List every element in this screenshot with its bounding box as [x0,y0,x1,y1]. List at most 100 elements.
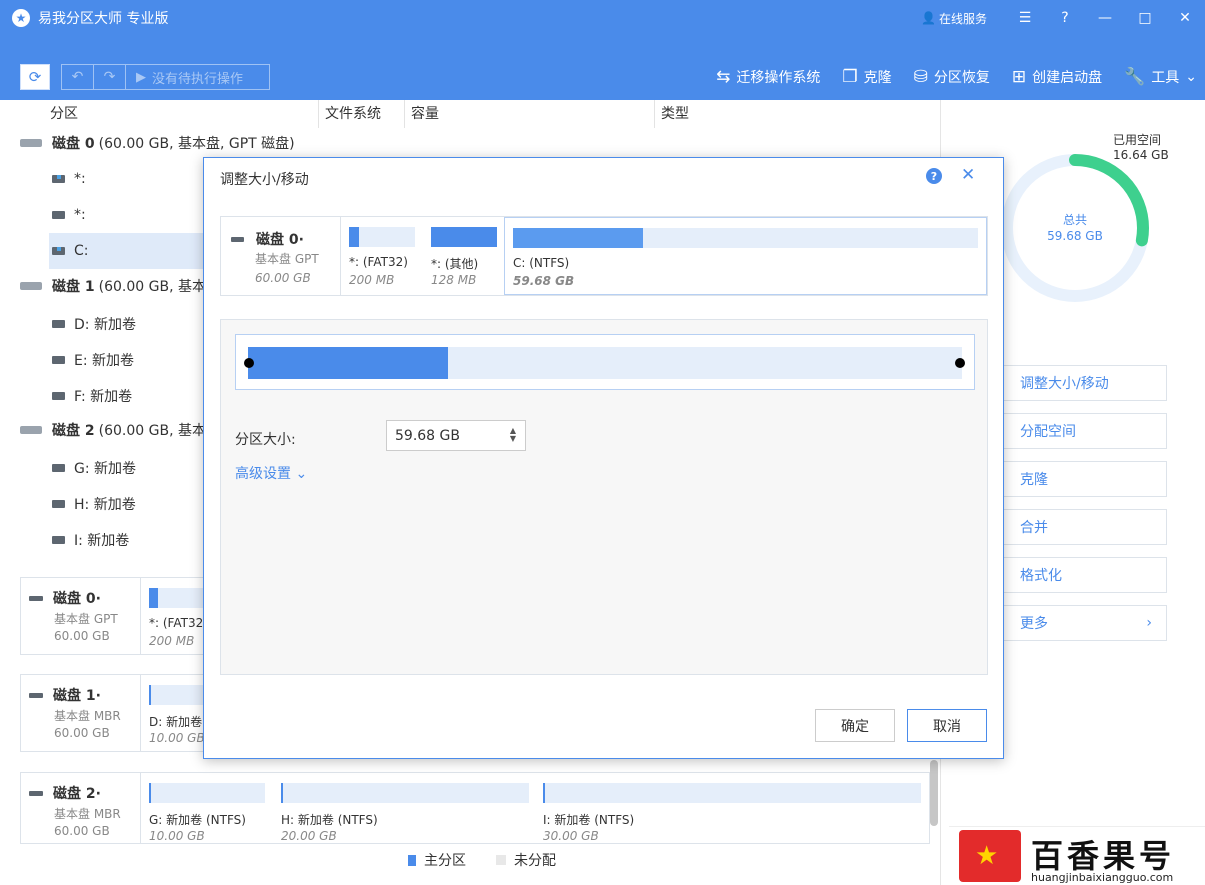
bootdisk-icon: ⊞ [1011,67,1027,87]
column-capacity[interactable]: 容量 [405,100,655,128]
dialog-disk-meta: 磁盘 0· 基本盘 GPT 60.00 GB [221,217,341,295]
tree-partition-selected[interactable]: C: [49,233,209,269]
advanced-settings-link[interactable]: 高级设置 ⌄ [235,463,307,483]
merge-button[interactable]: 合并 [991,509,1167,545]
partition-icon [52,320,65,328]
toolbar: ⟳ ↶ ↷ ▶ 没有待执行操作 ⇆ 迁移操作系统 ❐ 克隆 ⛁ 分区恢复 ⊞ 创建启动盘… [0,36,1205,100]
partition-bar[interactable] [149,588,209,608]
watermark-url: huangjinbaixiangguo.com [1031,871,1174,884]
tools-label: 工具 [1151,70,1180,86]
partition-icon [52,464,65,472]
clone-button[interactable]: ❐ 克隆 [842,67,891,87]
vertical-scrollbar[interactable] [930,760,938,826]
chevron-right-icon: › [1146,615,1152,631]
partition-resize-slider[interactable] [235,334,975,390]
disk-map-size: 60.00 GB [54,726,110,740]
more-button[interactable]: 更多 › [991,605,1167,641]
partition-label: D: 新加卷 [74,317,136,333]
menu-icon[interactable]: ☰ [1005,0,1045,36]
partition-label: *: [74,207,86,223]
online-service-label: 在线服务 [938,11,987,26]
close-icon[interactable]: ✕ [961,165,975,185]
partition-bar[interactable] [281,783,529,803]
partition-label: *: [74,171,86,187]
online-service-button[interactable]: 👤 在线服务 [921,10,987,27]
partition-map-label: *: (其他) [431,257,479,271]
maximize-button[interactable]: □ [1125,0,1165,36]
tools-menu-button[interactable]: 🔧 工具 ⌄ [1124,67,1197,87]
minimize-button[interactable]: — [1085,0,1125,36]
slider-right-handle[interactable] [955,358,965,368]
allocate-space-button[interactable]: 分配空间 [991,413,1167,449]
partition-icon [52,392,65,400]
partition-bar[interactable] [543,783,921,803]
op-label: 合并 [1020,520,1048,536]
format-button[interactable]: 格式化 [991,557,1167,593]
pending-operations-group: ↶ ↷ ▶ 没有待执行操作 [61,64,270,90]
clone-partition-button[interactable]: 克隆 [991,461,1167,497]
advanced-settings-label: 高级设置 [235,466,291,482]
column-type[interactable]: 类型 [655,100,940,128]
partition-size-value: 59.68 GB [395,427,460,444]
resize-move-button[interactable]: 调整大小/移动 [991,365,1167,401]
legend-primary-label: 主分区 [424,853,466,869]
partition-size-label: 分区大小: [235,432,296,448]
disk-icon [29,692,43,698]
disk-map-name: 磁盘 2· [53,786,101,802]
column-filesystem[interactable]: 文件系统 [319,100,405,128]
column-partition[interactable]: 分区 [0,100,319,128]
partition-map-size: 128 MB [431,273,477,287]
partition-bar[interactable] [349,227,415,247]
chevron-down-icon: ⌄ [295,466,308,482]
slider-left-handle[interactable] [244,358,254,368]
partition-icon [52,211,65,219]
op-label: 分配空间 [1020,424,1076,440]
refresh-icon: ⟳ [28,68,42,86]
partition-bar[interactable] [149,783,265,803]
partition-bar [513,228,978,248]
help-icon[interactable]: ? [1045,0,1085,36]
partition-size-input[interactable]: 59.68 GB ▲ ▼ [386,420,526,451]
migrate-os-label: 迁移操作系统 [736,70,821,86]
partition-map-size: 200 MB [149,634,195,648]
execute-pending-button[interactable]: ▶ 没有待执行操作 [126,68,243,87]
partition-label: H: 新加卷 [74,497,136,513]
disk-name: 磁盘 0 [52,136,95,152]
selected-partition-frame[interactable]: C: (NTFS) 59.68 GB [504,217,987,295]
partition-recovery-button[interactable]: ⛁ 分区恢复 [914,67,990,87]
undo-button[interactable]: ↶ [62,65,94,89]
slider-track [248,347,962,379]
wrench-icon: 🔧 [1124,67,1146,87]
partition-bar[interactable] [431,227,497,247]
close-window-button[interactable]: ✕ [1165,0,1205,36]
slider-used-fill [248,347,448,379]
system-partition-icon [52,247,65,255]
used-space-label: 已用空间 [1113,133,1162,147]
partition-recovery-label: 分区恢复 [933,70,990,86]
partition-map-size: 200 MB [349,273,395,287]
migrate-icon: ⇆ [716,67,731,87]
partition-label: G: 新加卷 [74,461,137,477]
migrate-os-button[interactable]: ⇆ 迁移操作系统 [716,67,820,87]
disk-map-size: 60.00 GB [54,824,110,838]
disk-icon [231,236,244,242]
partition-icon [52,356,65,364]
disk-icon [29,595,43,601]
unallocated-legend-swatch [496,855,506,865]
play-icon: ▶ [136,69,146,85]
ok-button[interactable]: 确定 [815,709,895,742]
cancel-button[interactable]: 取消 [907,709,987,742]
refresh-button[interactable]: ⟳ [20,64,50,90]
help-icon[interactable]: ? [926,168,942,184]
disk-map-card[interactable]: 磁盘 2· 基本盘 MBR 60.00 GB G: 新加卷 (NTFS) 10.… [20,772,930,844]
dialog-disk-type: 基本盘 GPT [255,252,319,266]
redo-button[interactable]: ↷ [94,65,126,89]
spinner-arrows-icon[interactable]: ▲ ▼ [510,427,516,443]
partition-bar[interactable] [149,685,209,705]
partition-map-label: C: (NTFS) [513,256,570,270]
partition-label: I: 新加卷 [74,533,130,549]
legend: 主分区 未分配 [408,850,556,870]
tree-disk-0[interactable]: 磁盘 0 (60.00 GB, 基本盘, GPT 磁盘) [0,125,940,161]
partition-map-label: *: (FAT32) [349,255,408,269]
create-bootdisk-button[interactable]: ⊞ 创建启动盘 [1012,67,1102,87]
